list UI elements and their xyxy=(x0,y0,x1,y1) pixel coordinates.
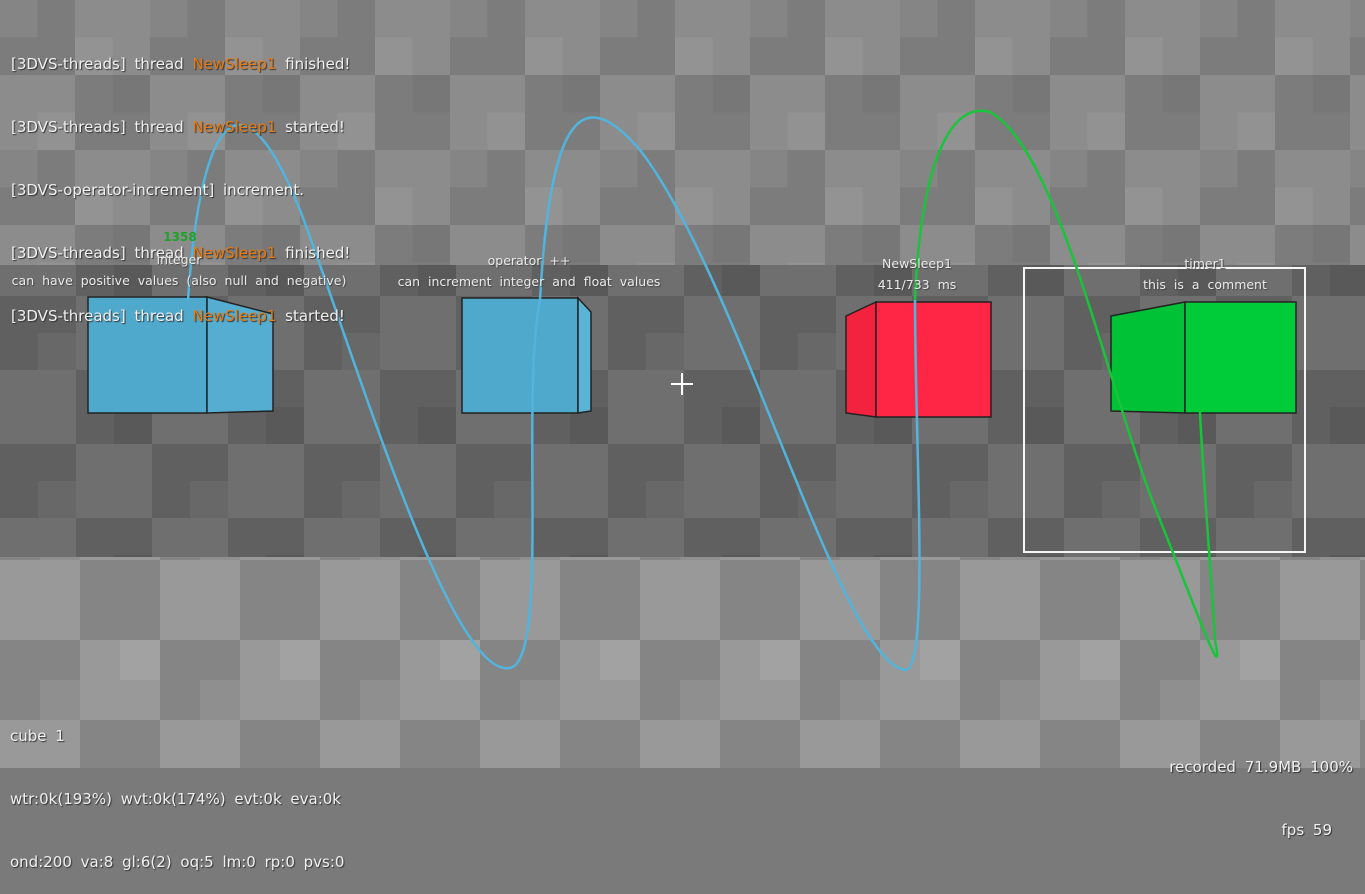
stats-line-2: wtr:0k(193%) wvt:0k(174%) evt:0k eva:0k xyxy=(10,790,341,808)
log-line: [3DVS-operator-increment] increment. xyxy=(11,181,304,199)
log-line: [3DVS-threads] thread NewSleep1 started! xyxy=(11,118,345,136)
integer-comment-label: can have positive values (also null and … xyxy=(11,273,347,288)
sleep-title-label: NewSleep1 xyxy=(882,256,952,271)
stats-line-3: ond:200 va:8 gl:6(2) oq:5 lm:0 rp:0 pvs:… xyxy=(10,853,345,871)
integer-title-label: integer xyxy=(156,252,202,267)
crosshair-icon xyxy=(669,371,695,397)
log-line: [3DVS-threads] thread NewSleep1 finished… xyxy=(11,55,351,73)
timer-title-label: timer1 xyxy=(1184,256,1226,271)
log-line: [3DVS-threads] thread NewSleep1 started! xyxy=(11,307,345,325)
stats-line-1: cube 1 xyxy=(10,727,65,745)
sleep-progress-label: 411/733 ms xyxy=(877,277,957,292)
fps-counter: fps 59 xyxy=(1281,821,1332,839)
event-log: [3DVS-threads] thread NewSleep1 finished… xyxy=(11,12,350,348)
sleep-node-cube[interactable] xyxy=(845,300,992,418)
debug-stats: cube 1 wtr:0k(193%) wvt:0k(174%) evt:0k … xyxy=(10,684,344,894)
operator-node-cube[interactable] xyxy=(461,296,592,414)
recording-status: recorded 71.9MB 100% fps 59 xyxy=(1169,715,1353,862)
operator-comment-label: can increment integer and float values xyxy=(397,274,661,289)
timer-node-cube[interactable] xyxy=(1110,301,1297,414)
integer-value-label: 1358 xyxy=(163,230,197,244)
timer-comment-label: this is a comment xyxy=(1143,277,1267,292)
operator-title-label: operator ++ xyxy=(487,253,571,268)
